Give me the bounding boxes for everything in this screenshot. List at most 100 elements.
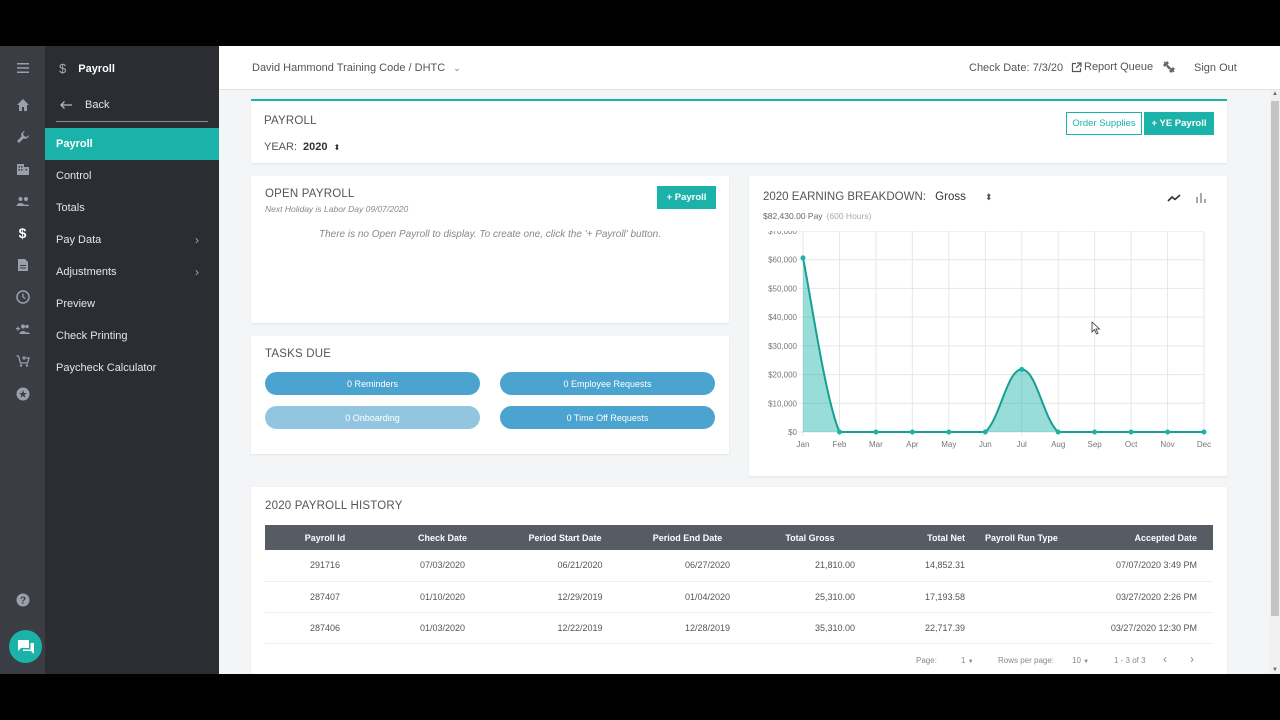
satellite-icon[interactable] [1162, 60, 1176, 77]
subnav-divider [56, 121, 208, 122]
period-start-cell: 06/21/2020 [500, 550, 630, 582]
time-off-requests-button[interactable]: 0 Time Off Requests [500, 406, 715, 429]
column-header-total-gross[interactable]: Total Gross [745, 525, 875, 550]
data-point [836, 429, 842, 435]
onboarding-button[interactable]: 0 Onboarding [265, 406, 480, 429]
subnav-item-label: Paycheck Calculator [56, 362, 157, 374]
menu-icon[interactable] [0, 57, 45, 79]
y-tick-label: $70,000 [768, 231, 797, 236]
subnav-item-label: Preview [56, 298, 96, 310]
mouse-cursor-icon [1091, 321, 1101, 335]
help-icon[interactable]: ? [0, 589, 45, 611]
column-header-total-net[interactable]: Total Net [875, 525, 965, 550]
subnav-item-check-printing[interactable]: Check Printing [45, 320, 219, 352]
subnav-item-label: Check Printing [56, 330, 128, 342]
payroll-id-link[interactable]: 291716 [265, 550, 385, 582]
chat-button[interactable] [9, 630, 42, 663]
period-end-cell: 12/28/2019 [630, 612, 745, 644]
subnav-item-payroll[interactable]: Payroll [45, 128, 219, 160]
bar-chart-icon[interactable] [1195, 190, 1207, 208]
earning-summary: $82,430.00 Pay (600 Hours) [763, 211, 871, 221]
y-tick-label: $20,000 [768, 371, 797, 380]
payroll-header-card: PAYROLL YEAR: 2020 ⬍ Order Supplies + YE … [251, 99, 1227, 163]
company-selector[interactable]: David Hammond Training Code / DHTC ⌄ [252, 62, 461, 74]
star-icon[interactable] [0, 383, 45, 405]
page-select[interactable]: 1 ▼ [961, 656, 974, 665]
data-point [1128, 429, 1134, 435]
column-header-period-start[interactable]: Period Start Date [500, 525, 630, 550]
subnav-title: Payroll [78, 62, 115, 75]
subnav-item-pay-data[interactable]: Pay Data › [45, 224, 219, 256]
period-start-cell: 12/29/2019 [500, 581, 630, 613]
subnav-item-adjustments[interactable]: Adjustments › [45, 256, 219, 288]
payroll-id-link[interactable]: 287406 [265, 612, 385, 644]
x-tick-label: May [941, 440, 956, 449]
page-scrollbar[interactable]: ▲ ▼ [1270, 90, 1280, 674]
column-header-accepted-date[interactable]: Accepted Date [1075, 525, 1213, 550]
column-header-run-type[interactable]: Payroll Run Type [965, 525, 1075, 550]
x-tick-label: Oct [1125, 440, 1138, 449]
subnav-item-control[interactable]: Control [45, 160, 219, 192]
subnav-item-label: Payroll [56, 138, 93, 150]
subnav-item-preview[interactable]: Preview [45, 288, 219, 320]
data-point [1055, 429, 1061, 435]
rows-per-page-select[interactable]: 10 ▼ [1072, 656, 1089, 665]
y-tick-label: $0 [788, 428, 797, 437]
earning-type-select[interactable]: Gross [935, 191, 966, 203]
add-user-icon[interactable] [0, 318, 45, 340]
table-row[interactable]: 287407 01/10/2020 12/29/2019 01/04/2020 … [265, 581, 1213, 613]
subnav-item-label: Totals [56, 202, 85, 214]
table-header-row: Payroll Id Check Date Period Start Date … [265, 525, 1213, 550]
clock-icon[interactable] [0, 286, 45, 308]
back-link[interactable]: Back [59, 99, 109, 111]
report-queue-label: Report Queue [1084, 61, 1154, 73]
subnav-item-label: Adjustments [56, 266, 117, 278]
wrench-icon[interactable] [0, 126, 45, 148]
home-icon[interactable] [0, 94, 45, 116]
x-tick-label: Sep [1088, 440, 1103, 449]
line-chart-icon[interactable] [1167, 190, 1181, 208]
x-tick-label: Nov [1160, 440, 1174, 449]
table-row[interactable]: 287406 01/03/2020 12/22/2019 12/28/2019 … [265, 612, 1213, 644]
payroll-id-link[interactable]: 287407 [265, 581, 385, 613]
period-start-cell: 12/22/2019 [500, 612, 630, 644]
period-end-cell: 06/27/2020 [630, 550, 745, 582]
ye-payroll-button[interactable]: + YE Payroll [1144, 112, 1214, 135]
scroll-down-icon[interactable]: ▼ [1272, 667, 1278, 673]
dollar-icon[interactable]: $ [0, 222, 45, 244]
table-row[interactable]: 291716 07/03/2020 06/21/2020 06/27/2020 … [265, 550, 1213, 582]
column-header-check-date[interactable]: Check Date [385, 525, 500, 550]
chevron-right-icon: › [195, 265, 199, 279]
rows-per-page-label: Rows per page: [998, 656, 1055, 665]
sign-out-link[interactable]: Sign Out [1194, 62, 1237, 74]
total-gross-cell: 21,810.00 [745, 550, 875, 582]
reminders-button[interactable]: 0 Reminders [265, 372, 480, 395]
document-icon[interactable] [0, 254, 45, 276]
year-selector[interactable]: YEAR: 2020 ⬍ [264, 141, 340, 153]
subnav-item-paycheck-calculator[interactable]: Paycheck Calculator [45, 352, 219, 384]
scrollbar-thumb[interactable] [1271, 101, 1279, 616]
report-queue-link[interactable]: Report Queue [1071, 61, 1153, 73]
subnav-item-totals[interactable]: Totals [45, 192, 219, 224]
employee-requests-button[interactable]: 0 Employee Requests [500, 372, 715, 395]
run-type-cell [965, 612, 1075, 644]
dollar-icon: $ [59, 61, 67, 76]
order-supplies-button[interactable]: Order Supplies [1066, 112, 1142, 135]
check-date: Check Date: 7/3/20 [969, 62, 1064, 74]
data-point [873, 429, 879, 435]
total-net-cell: 14,852.31 [875, 550, 965, 582]
column-header-payroll-id[interactable]: Payroll Id [265, 525, 385, 550]
period-end-cell: 01/04/2020 [630, 581, 745, 613]
open-payroll-card: OPEN PAYROLL Next Holiday is Labor Day 0… [251, 176, 729, 323]
tasks-due-title: TASKS DUE [265, 348, 332, 360]
next-page-button[interactable]: › [1190, 652, 1194, 666]
prev-page-button[interactable]: ‹ [1163, 652, 1167, 666]
people-icon[interactable] [0, 190, 45, 212]
chart-title-text: 2020 EARNING BREAKDOWN: [763, 191, 926, 203]
cart-icon[interactable] [0, 350, 45, 372]
building-icon[interactable] [0, 158, 45, 180]
scroll-up-icon[interactable]: ▲ [1272, 91, 1278, 97]
column-header-period-end[interactable]: Period End Date [630, 525, 745, 550]
add-payroll-button[interactable]: + Payroll [657, 186, 716, 209]
data-point [1019, 366, 1025, 372]
